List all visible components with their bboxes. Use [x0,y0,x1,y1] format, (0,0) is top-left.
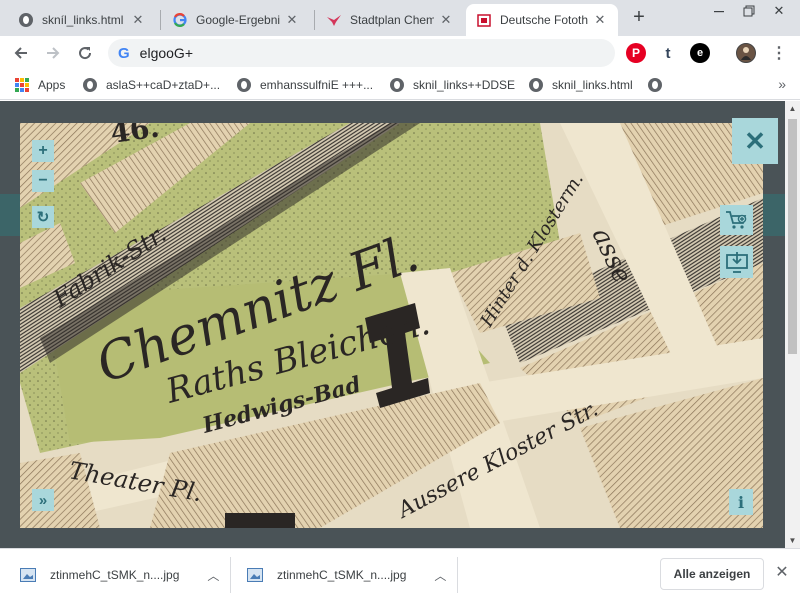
globe-icon [18,12,34,28]
bookmark-item[interactable]: emhanssulfniE +++... [236,76,373,94]
download-monitor-icon [725,252,748,273]
bird-icon [326,12,342,28]
globe-icon [528,77,544,93]
expand-sidebar-button[interactable]: » [32,489,54,511]
reload-icon [79,47,92,60]
close-icon[interactable]: ✕ [284,12,300,28]
tab-stadtplan[interactable]: Stadtplan Chem ✕ [316,4,464,36]
scrollbar-thumb[interactable] [788,119,797,354]
bookmark-label: emhanssulfniE +++... [260,78,374,92]
window-close-button[interactable]: ✕ [764,0,794,22]
tab-title: skníl_links.html [42,13,124,27]
tab-title: Deutsche Fototh [500,13,588,27]
download-filename: ztinmehC_tSMK_n....jpg [277,568,407,582]
tab-skníl-links[interactable]: skníl_links.html ✕ [8,4,156,36]
tab-deutsche-fotothek[interactable]: Deutsche Fototh ✕ [466,4,618,36]
browser-toolbar: G P t e ⋮ [0,36,800,70]
google-icon [172,12,188,28]
image-file-icon [247,568,263,582]
new-tab-button[interactable]: + [627,6,651,30]
tab-separator [160,10,161,30]
address-bar[interactable]: G [108,39,615,67]
tab-title: Stadtplan Chem [350,13,434,27]
download-separator [230,557,231,593]
download-filename: ztinmehC_tSMK_n....jpg [50,568,180,582]
google-g-icon: G [118,44,130,62]
scroll-down-icon[interactable]: ▼ [785,533,800,548]
download-item[interactable]: ztinmehC_tSMK_n....jpg ︿ [20,549,219,601]
bookmark-item[interactable] [647,76,671,94]
globe-icon [82,77,98,93]
bookmark-label: sknil_links++DDSE [413,78,516,92]
fotothek-icon [476,12,492,28]
pinterest-icon[interactable]: P [626,43,646,63]
bookmark-label: aslaS++caD+ztaD+... [106,78,221,92]
download-separator [457,557,458,593]
menu-kebab-icon[interactable]: ⋮ [766,40,792,66]
tumblr-icon[interactable]: t [658,43,678,63]
image-viewer[interactable]: 46. Fabrik-Str. Chemnitz Fl. Raths Bleic… [20,123,763,528]
historic-map[interactable]: 46. Fabrik-Str. Chemnitz Fl. Raths Bleic… [20,123,763,528]
scroll-up-icon[interactable]: ▲ [785,101,800,116]
chevron-up-icon[interactable]: ︿ [434,567,446,584]
bookmark-item[interactable]: aslaS++caD+ztaD+... [82,76,220,94]
close-icon[interactable]: ✕ [592,12,608,28]
minimize-button[interactable] [704,0,734,22]
profile-avatar[interactable] [736,43,756,63]
chevron-up-icon[interactable]: ︿ [207,567,219,584]
zoom-in-button[interactable]: + [32,140,54,162]
bookmark-item[interactable]: sknil_links.html [528,76,633,94]
bookmark-item[interactable]: sknil_links++DDSE [389,76,515,94]
tab-strip: skníl_links.html ✕ Google-Ergebnis ✕ Sta… [0,0,800,36]
image-file-icon [20,568,36,582]
add-to-cart-button[interactable] [720,205,753,235]
apps-grid-icon [14,77,30,93]
globe-icon [236,77,252,93]
arrow-left-icon [14,47,27,59]
forward-button[interactable] [40,40,66,66]
page-scrollbar[interactable]: ▲ ▼ [785,101,800,548]
tab-separator [314,10,315,30]
download-item[interactable]: ztinmehC_tSMK_n....jpg ︿ [247,549,446,601]
tab-google-ergebnis[interactable]: Google-Ergebnis ✕ [162,4,310,36]
rotate-button[interactable]: ↻ [32,206,54,228]
download-button[interactable] [720,246,753,278]
globe-icon [647,77,663,93]
address-input[interactable] [139,45,540,61]
reload-button[interactable] [72,40,98,66]
extension-icon[interactable]: e [690,43,710,63]
close-icon[interactable]: ✕ [438,12,454,28]
tab-title: Google-Ergebnis [196,13,280,27]
bookmark-apps[interactable]: Apps [14,76,65,94]
restore-button[interactable] [734,0,764,22]
arrow-right-icon [47,47,60,59]
close-icon[interactable]: ✕ [130,12,146,28]
close-viewer-button[interactable]: ✕ [732,118,778,164]
download-shelf: ztinmehC_tSMK_n....jpg ︿ ztinmehC_tSMK_n… [0,548,800,600]
info-button[interactable]: i [729,489,753,515]
zoom-out-button[interactable]: − [32,170,54,192]
bookmarks-bar: Apps aslaS++caD+ztaD+... emhanssulfniE +… [0,70,800,100]
bookmark-label: Apps [38,78,66,92]
show-all-downloads-button[interactable]: Alle anzeigen [660,558,764,590]
bookmark-label: sknil_links.html [552,78,633,92]
globe-icon [389,77,405,93]
bookmarks-overflow-button[interactable]: » [778,76,786,92]
back-button[interactable] [8,40,34,66]
close-shelf-icon[interactable]: ✕ [772,563,792,583]
cart-plus-icon [725,211,746,229]
